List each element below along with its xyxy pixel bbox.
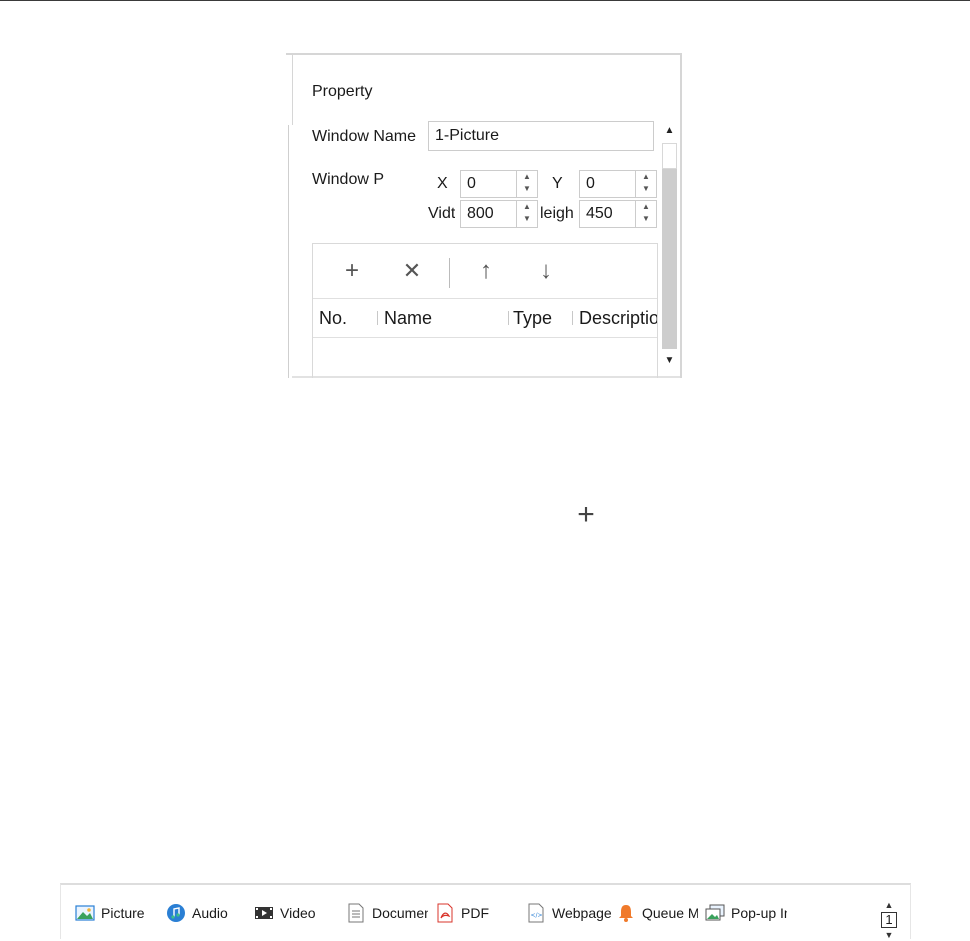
panel-left-border (286, 55, 293, 125)
width-label: Vidt (428, 205, 456, 222)
toolbar-item-document[interactable]: Documen (346, 901, 428, 925)
move-down-icon[interactable]: ↓ (531, 254, 561, 288)
window-name-input[interactable] (428, 121, 654, 151)
move-up-icon[interactable]: ↑ (471, 254, 501, 288)
column-name[interactable]: Name (384, 299, 504, 337)
column-divider[interactable] (508, 311, 509, 325)
bell-icon (616, 903, 636, 923)
page-down-icon[interactable]: ▼ (879, 929, 899, 941)
top-divider (0, 0, 970, 1)
x-value: 0 (467, 175, 476, 192)
toolbar-label: PDF (461, 905, 489, 921)
scroll-track[interactable] (662, 143, 677, 169)
column-description[interactable]: Descriptio (579, 299, 657, 337)
toolbar-label: Documen (372, 905, 428, 921)
window-name-label: Window Name (312, 128, 417, 145)
delete-icon[interactable]: ✕ (397, 254, 427, 288)
column-type[interactable]: Type (513, 299, 569, 337)
toolbar-item-webpage[interactable]: </> Webpage (526, 901, 612, 925)
x-label: X (437, 175, 448, 192)
height-value: 450 (586, 205, 613, 222)
toolbar-label: Webpage (552, 905, 612, 921)
svg-text:</>: </> (531, 912, 543, 919)
toolbar-item-popup[interactable]: Pop-up In (705, 901, 787, 925)
width-stepper[interactable]: 800 ▲ ▼ (460, 200, 538, 228)
x-stepper[interactable]: 0 ▲ ▼ (460, 170, 538, 198)
scroll-down-icon[interactable]: ▼ (660, 351, 679, 371)
width-spin-arrows[interactable]: ▲ ▼ (516, 201, 537, 227)
toolbar-label: Pop-up In (731, 905, 787, 921)
toolbar-item-queue[interactable]: Queue Ma (616, 901, 698, 925)
column-divider[interactable] (377, 311, 378, 325)
document-icon (346, 903, 366, 923)
height-spin-arrows[interactable]: ▲ ▼ (635, 201, 656, 227)
toolbar-item-pdf[interactable]: PDF (435, 901, 489, 925)
height-stepper[interactable]: 450 ▲ ▼ (579, 200, 657, 228)
panel-scrollbar[interactable]: ▲ ▼ (660, 121, 679, 371)
pdf-icon (435, 903, 455, 923)
toolbar-pager: ▲ 1 ▼ (879, 899, 899, 941)
height-label: leigh (540, 205, 574, 222)
toolbar-separator (449, 258, 450, 288)
toolbar-label: Audio (192, 905, 228, 921)
toolbar-label: Queue Ma (642, 905, 698, 921)
picture-icon (75, 903, 95, 923)
scroll-up-icon[interactable]: ▲ (660, 121, 679, 141)
video-icon (254, 903, 274, 923)
y-spin-arrows[interactable]: ▲ ▼ (635, 171, 656, 197)
material-toolbar: Picture Audio Video Documen PDF </> Webp… (60, 883, 911, 941)
y-stepper[interactable]: 0 ▲ ▼ (579, 170, 657, 198)
page-up-icon[interactable]: ▲ (879, 899, 899, 911)
panel-left-border-lower (288, 125, 289, 378)
popup-image-icon (705, 903, 725, 923)
y-label: Y (552, 175, 563, 192)
x-spin-arrows[interactable]: ▲ ▼ (516, 171, 537, 197)
toolbar-label: Video (280, 905, 316, 921)
panel-right-border (680, 55, 682, 378)
page-number: 1 (881, 912, 897, 928)
toolbar-item-audio[interactable]: Audio (166, 901, 228, 925)
toolbar-item-picture[interactable]: Picture (75, 901, 145, 925)
toolbar-item-video[interactable]: Video (254, 901, 316, 925)
add-icon[interactable]: + (337, 254, 367, 288)
crosshair-icon: + (577, 498, 595, 531)
property-panel: Property Window Name Window P X 0 ▲▼ Y 0… (286, 53, 682, 378)
audio-icon (166, 903, 186, 923)
column-no[interactable]: No. (319, 299, 375, 337)
panel-title: Property (312, 83, 373, 100)
column-divider[interactable] (572, 311, 573, 325)
toolbar-label: Picture (101, 905, 145, 921)
list-header: No. Name Type Descriptio (313, 298, 657, 338)
width-value: 800 (467, 205, 494, 222)
scroll-thumb[interactable] (662, 169, 677, 349)
content-list: + ✕ ↑ ↓ No. Name Type Descriptio (312, 243, 658, 378)
window-position-label: Window P (312, 171, 385, 188)
webpage-icon: </> (526, 903, 546, 923)
y-value: 0 (586, 175, 595, 192)
